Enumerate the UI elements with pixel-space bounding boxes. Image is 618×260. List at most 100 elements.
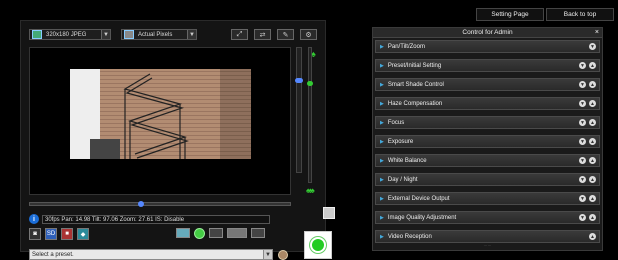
pan-slider[interactable] — [29, 201, 291, 207]
move-up-icon[interactable]: ▲ — [589, 100, 596, 107]
setting-page-button[interactable]: Setting Page — [476, 8, 544, 21]
camera-icon[interactable]: ◙ — [29, 228, 41, 240]
target-icon — [312, 239, 324, 251]
zoom-slider-thumb[interactable] — [307, 80, 313, 86]
admin-header: Control for Admin × — [373, 28, 602, 38]
slot-icon[interactable] — [209, 228, 223, 238]
go-preset-button[interactable] — [278, 250, 288, 260]
admin-menu-item[interactable]: ▶ White Balance ▼ ▲ — [375, 154, 600, 167]
record-icon[interactable]: ■ — [61, 228, 73, 240]
tree-small-icon: ♠♠♠ — [306, 186, 315, 195]
admin-scroll-indicator: ······ — [483, 243, 492, 248]
move-down-icon[interactable]: ▼ — [579, 195, 586, 202]
pixel-mode-select[interactable]: Actual Pixels ▼ — [121, 29, 197, 40]
home-position-button[interactable] — [304, 231, 332, 259]
admin-title: Control for Admin — [462, 29, 513, 36]
green-light-icon[interactable] — [194, 228, 205, 239]
chevron-down-icon: ▼ — [101, 30, 110, 39]
admin-menu-item[interactable]: ▶ Video Reception ▲ — [375, 230, 600, 243]
status-bar: i 30fps Pan: 14.98 Tilt: 97.06 Zoom: 27.… — [29, 214, 270, 224]
expand-arrow-icon: ▶ — [380, 100, 384, 107]
resolution-value: 320x180 JPEG — [46, 31, 87, 38]
preset-placeholder: Select a preset. — [32, 251, 74, 258]
move-down-icon[interactable]: ▼ — [589, 43, 596, 50]
move-up-icon[interactable]: ▲ — [589, 176, 596, 183]
staircase-image — [90, 73, 189, 159]
resolution-icon — [32, 30, 42, 39]
admin-menu-item[interactable]: ▶ Exposure ▼ ▲ — [375, 135, 600, 148]
admin-menu-item[interactable]: ▶ External Device Output ▼ ▲ — [375, 192, 600, 205]
camera-image — [70, 69, 251, 159]
zoom-slider[interactable] — [307, 47, 313, 183]
move-up-icon[interactable]: ▲ — [589, 157, 596, 164]
expand-arrow-icon: ▶ — [380, 81, 384, 88]
close-icon[interactable]: × — [595, 29, 599, 36]
move-down-icon[interactable]: ▼ — [579, 157, 586, 164]
admin-panel: Control for Admin × ▶ Pan/Tilt/Zoom ▼ ▶ Pres… — [372, 27, 603, 251]
move-up-icon[interactable]: ▲ — [589, 119, 596, 126]
move-down-icon[interactable]: ▼ — [579, 119, 586, 126]
admin-menu: ▶ Pan/Tilt/Zoom ▼ ▶ Preset/Initial Setting ▼ ▲… — [375, 40, 600, 249]
viewer-tool-icons: ⤢ ⇄ ✎ ⚙ — [231, 29, 317, 40]
move-up-icon[interactable]: ▲ — [589, 62, 596, 69]
move-up-icon[interactable]: ▲ — [589, 214, 596, 221]
admin-menu-item[interactable]: ▶ Focus ▼ ▲ — [375, 116, 600, 129]
move-up-icon[interactable]: ▲ — [589, 138, 596, 145]
monitor-icon[interactable] — [176, 228, 190, 238]
resolution-select[interactable]: 320x180 JPEG ▼ — [29, 29, 111, 40]
move-up-icon[interactable]: ▲ — [589, 233, 596, 240]
expand-arrow-icon: ▶ — [380, 62, 384, 69]
admin-menu-item[interactable]: ▶ Preset/Initial Setting ▼ ▲ — [375, 59, 600, 72]
admin-menu-label: External Device Output — [387, 195, 450, 202]
pixel-mode-value: Actual Pixels — [138, 31, 173, 38]
admin-menu-label: Haze Compensation — [387, 100, 443, 107]
admin-menu-label: Preset/Initial Setting — [387, 62, 442, 69]
admin-menu-label: White Balance — [387, 157, 427, 164]
expand-arrow-icon: ▶ — [380, 43, 384, 50]
grid-icon[interactable] — [227, 228, 247, 238]
window-icon[interactable] — [251, 228, 265, 238]
tilt-slider-thumb[interactable] — [295, 78, 303, 83]
admin-menu-label: Image Quality Adjustment — [387, 214, 457, 221]
move-down-icon[interactable]: ▼ — [579, 138, 586, 145]
admin-menu-item[interactable]: ▶ Image Quality Adjustment ▼ ▲ — [375, 211, 600, 224]
zoom-mode-icon[interactable] — [323, 207, 335, 219]
mode-icons — [176, 228, 265, 239]
move-up-icon[interactable]: ▲ — [589, 195, 596, 202]
pan-slider-thumb[interactable] — [137, 201, 144, 207]
back-to-top-button[interactable]: Back to top — [546, 8, 614, 21]
sd-icon[interactable]: SD — [45, 228, 57, 240]
brush-icon[interactable]: ✎ — [277, 29, 294, 40]
expand-arrow-icon: ▶ — [380, 233, 384, 240]
settings-wheel-icon[interactable]: ⚙ — [300, 29, 317, 40]
tilt-slider[interactable] — [295, 47, 303, 173]
expand-arrow-icon: ▶ — [380, 176, 384, 183]
chevron-down-icon: ▼ — [187, 30, 196, 39]
move-down-icon[interactable]: ▼ — [579, 176, 586, 183]
expand-arrow-icon: ▶ — [380, 138, 384, 145]
admin-menu-item[interactable]: ▶ Day / Night ▼ ▲ — [375, 173, 600, 186]
viewer-panel: 320x180 JPEG ▼ Actual Pixels ▼ ⤢ ⇄ ✎ ⚙ ♠… — [20, 20, 335, 260]
move-up-icon[interactable]: ▲ — [589, 81, 596, 88]
preset-select[interactable]: Select a preset. ▼ — [29, 249, 273, 260]
live-video[interactable] — [29, 47, 291, 195]
admin-menu-item[interactable]: ▶ Smart Shade Control ▼ ▲ — [375, 78, 600, 91]
admin-menu-label: Pan/Tilt/Zoom — [387, 43, 425, 50]
fit-icon[interactable]: ⤢ — [231, 29, 248, 40]
expand-arrow-icon: ▶ — [380, 119, 384, 126]
move-down-icon[interactable]: ▼ — [579, 62, 586, 69]
admin-menu-item[interactable]: ▶ Haze Compensation ▼ ▲ — [375, 97, 600, 110]
admin-menu-item[interactable]: ▶ Pan/Tilt/Zoom ▼ — [375, 40, 600, 53]
expand-arrow-icon: ▶ — [380, 157, 384, 164]
move-down-icon[interactable]: ▼ — [579, 81, 586, 88]
admin-menu-label: Day / Night — [387, 176, 418, 183]
chevron-down-icon: ▼ — [263, 250, 272, 259]
snapshot-icon[interactable]: ◆ — [77, 228, 89, 240]
info-icon: i — [29, 214, 39, 224]
swap-icon[interactable]: ⇄ — [254, 29, 271, 40]
expand-arrow-icon: ▶ — [380, 214, 384, 221]
capture-icons: ◙ SD ■ ◆ — [29, 228, 89, 240]
move-down-icon[interactable]: ▼ — [579, 214, 586, 221]
admin-menu-label: Focus — [387, 119, 405, 126]
move-down-icon[interactable]: ▼ — [579, 100, 586, 107]
